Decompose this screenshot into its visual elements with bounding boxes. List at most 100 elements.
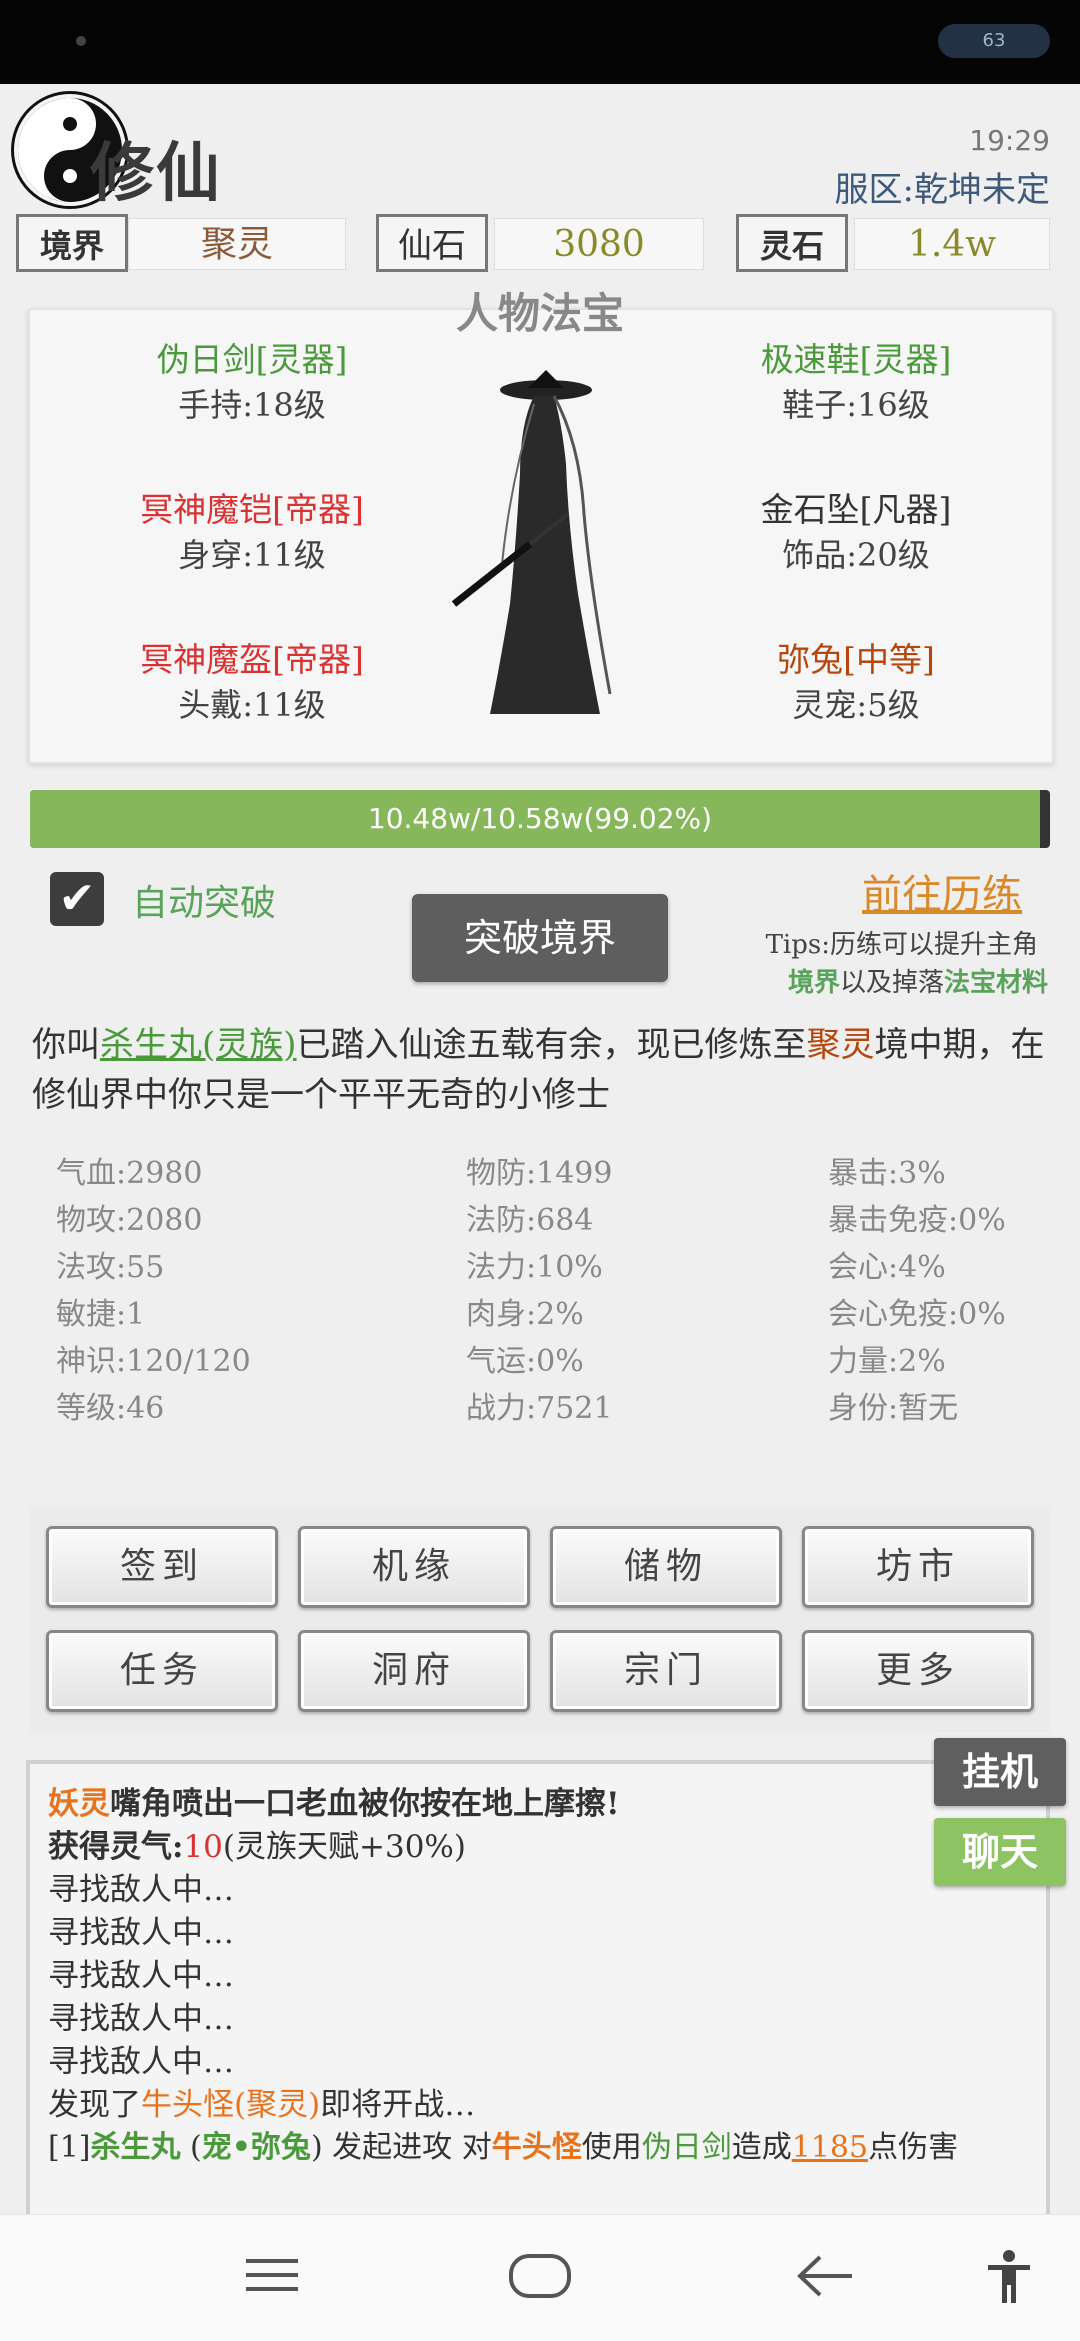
- fortune-button[interactable]: 机缘: [298, 1526, 530, 1608]
- equip-slot: 饰品:20级: [782, 536, 930, 574]
- log-text: 造成: [731, 2130, 792, 2165]
- tips-line-1: Tips:历练可以提升主角: [765, 930, 1038, 960]
- desc-realm: 聚灵: [806, 1025, 875, 1065]
- log-line: 获得灵气:10(灵族天赋+30%): [48, 1821, 466, 1866]
- cultivation-progress-bar: 10.48w/10.58w(99.02%): [30, 790, 1050, 848]
- attr-item: 身份:暂无: [828, 1391, 959, 1426]
- equip-slot: 头戴:11级: [178, 686, 326, 724]
- realm-value: 聚灵: [128, 218, 346, 270]
- log-weapon: 伪日剑: [641, 2130, 732, 2165]
- log-value: 10: [183, 1829, 223, 1865]
- log-text: 发现了: [48, 2087, 141, 2123]
- equip-name: 冥神魔盔[帝器]: [140, 640, 364, 679]
- realm-label: 境界: [16, 214, 128, 272]
- clock: 19:29: [969, 124, 1050, 157]
- character-name-link[interactable]: 杀生丸(灵族): [100, 1025, 297, 1065]
- equip-weapon[interactable]: 伪日剑[灵器] 手持:18级: [92, 338, 412, 428]
- equip-helmet[interactable]: 冥神魔盔[帝器] 头戴:11级: [92, 638, 412, 728]
- sect-button[interactable]: 宗门: [550, 1630, 782, 1712]
- cave-button[interactable]: 洞府: [298, 1630, 530, 1712]
- attr-item: 暴击免疫:0%: [828, 1203, 1006, 1238]
- accessibility-icon[interactable]: [986, 2249, 1032, 2305]
- lingshi-label: 灵石: [736, 214, 848, 272]
- chat-button[interactable]: 聊天: [934, 1818, 1066, 1886]
- idle-button[interactable]: 挂机: [934, 1738, 1066, 1806]
- attr-item: 物防:1499: [466, 1156, 613, 1191]
- auto-breakthrough-label[interactable]: 自动突破: [132, 874, 276, 926]
- home-icon[interactable]: [508, 2253, 572, 2299]
- tips-materials: 法宝材料: [943, 968, 1048, 998]
- market-button[interactable]: 坊市: [802, 1526, 1034, 1608]
- tips-and: 以及掉落: [839, 968, 944, 998]
- log-line: [1]杀生丸 (宠•弥兔) 发起进攻 对牛头怪使用伪日剑造成1185点伤害: [48, 2122, 958, 2166]
- log-text: ) 发起进攻 对: [310, 2130, 492, 2165]
- function-button-panel: 签到 机缘 储物 坊市 任务 洞府 宗门 更多: [30, 1508, 1050, 1732]
- server-label[interactable]: 服区:乾坤未定: [835, 162, 1050, 211]
- breakthrough-button[interactable]: 突破境界: [412, 894, 668, 982]
- equip-name: 伪日剑[灵器]: [156, 340, 348, 379]
- battery-level: 63: [982, 30, 1006, 51]
- tips-line-2: 境界以及掉落法宝材料: [788, 962, 1048, 999]
- attr-item: 物攻:2080: [56, 1203, 203, 1238]
- battle-log[interactable]: 妖灵嘴角喷出一口老血被你按在地上摩擦! 获得灵气:10(灵族天赋+30%) 寻找…: [26, 1760, 1050, 2230]
- equip-slot: 手持:18级: [178, 386, 326, 424]
- equip-accessory[interactable]: 金石坠[凡器] 饰品:20级: [696, 488, 1016, 578]
- xianshi-value: 3080: [494, 218, 704, 270]
- attr-item: 战力:7521: [466, 1391, 613, 1426]
- quest-button[interactable]: 任务: [46, 1630, 278, 1712]
- xianshi-label: 仙石: [376, 214, 488, 272]
- log-line: 寻找敌人中…: [48, 2001, 234, 2037]
- log-text: 点伤害: [868, 2130, 959, 2165]
- attr-item: 会心:4%: [828, 1250, 946, 1285]
- log-enemy: 牛头怪: [491, 2130, 582, 2165]
- attr-item: 等级:46: [56, 1391, 165, 1426]
- app-title: 修仙: [90, 137, 222, 211]
- log-line: 妖灵嘴角喷出一口老血被你按在地上摩擦!: [48, 1778, 620, 1823]
- attr-item: 肉身:2%: [466, 1297, 584, 1332]
- more-button[interactable]: 更多: [802, 1630, 1034, 1712]
- character-description: 你叫杀生丸(灵族)已踏入仙途五载有余，现已修炼至聚灵境中期，在修仙界中你只是一个…: [32, 1020, 1052, 1120]
- equip-slot: 灵宠:5级: [792, 686, 920, 724]
- desc-text: 已踏入仙途五载有余，现已修炼至: [296, 1025, 807, 1065]
- auto-breakthrough-checkbox[interactable]: ✔: [50, 872, 104, 926]
- attr-item: 暴击:3%: [828, 1156, 946, 1191]
- equip-armor[interactable]: 冥神魔铠[帝器] 身穿:11级: [92, 488, 412, 578]
- log-text: [1]: [48, 2130, 91, 2165]
- log-text: 获得灵气:: [48, 1829, 184, 1865]
- log-line: 寻找敌人中…: [48, 1872, 234, 1908]
- log-text: 使用: [581, 2130, 642, 2165]
- attr-item: 法攻:55: [56, 1250, 165, 1285]
- storage-button[interactable]: 储物: [550, 1526, 782, 1608]
- equip-name: 冥神魔铠[帝器]: [140, 490, 364, 529]
- desc-text: 你叫: [32, 1025, 100, 1065]
- lingshi-value: 1.4w: [854, 218, 1050, 270]
- equip-name: 弥兔[中等]: [777, 640, 935, 679]
- attr-item: 力量:2%: [828, 1344, 946, 1379]
- attr-item: 气运:0%: [466, 1344, 584, 1379]
- log-line: 寻找敌人中…: [48, 2044, 234, 2080]
- attr-item: 神识:120/120: [56, 1344, 251, 1379]
- equip-pet[interactable]: 弥兔[中等] 灵宠:5级: [696, 638, 1016, 728]
- equip-name: 极速鞋[灵器]: [760, 340, 952, 379]
- battery-indicator: 63: [938, 24, 1050, 58]
- log-line: 发现了牛头怪(聚灵)即将开战…: [48, 2079, 475, 2124]
- equip-shoes[interactable]: 极速鞋[灵器] 鞋子:16级: [696, 338, 1016, 428]
- app-screen: 修仙 19:29 服区:乾坤未定 境界 聚灵 仙石 3080 灵石 1.4w 人…: [0, 84, 1080, 2230]
- system-nav-bar: [0, 2214, 1080, 2341]
- equip-name: 金石坠[凡器]: [760, 490, 952, 529]
- attr-item: 气血:2980: [56, 1156, 203, 1191]
- log-enemy: 牛头怪(聚灵): [141, 2087, 321, 2123]
- attr-item: 敏捷:1: [56, 1297, 146, 1332]
- equip-slot: 鞋子:16级: [782, 386, 930, 424]
- sign-in-button[interactable]: 签到: [46, 1526, 278, 1608]
- goto-training-link[interactable]: 前往历练: [862, 862, 1022, 920]
- back-icon[interactable]: [796, 2253, 854, 2299]
- menu-icon[interactable]: [244, 2253, 300, 2297]
- log-damage: 1185: [791, 2130, 869, 2165]
- log-pet: 宠•弥兔: [201, 2130, 311, 2165]
- log-line: 寻找敌人中…: [48, 1915, 234, 1951]
- checkmark-icon: ✔: [58, 873, 96, 924]
- attr-item: 法防:684: [466, 1203, 594, 1238]
- tips-realm: 境界: [787, 968, 840, 998]
- attr-item: 会心免疫:0%: [828, 1297, 1006, 1332]
